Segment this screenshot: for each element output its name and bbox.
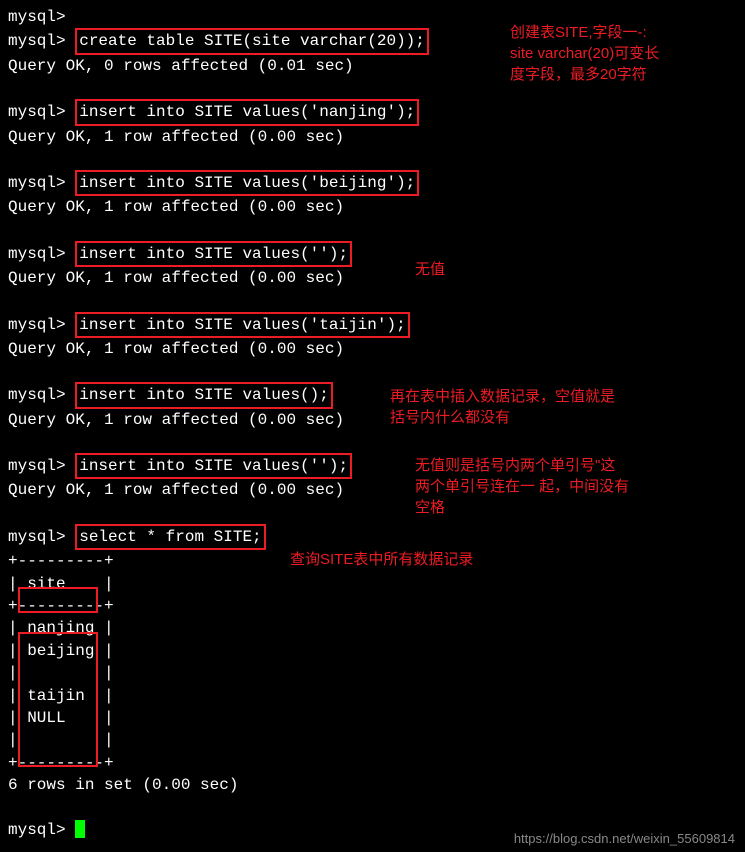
cmd-insert-null: insert into SITE values(); — [75, 382, 333, 408]
prompt: mysql> — [8, 174, 66, 192]
table-row: | beijing | — [8, 640, 737, 662]
table-separator: +---------+ — [8, 595, 737, 617]
cmd-insert-nanjing: insert into SITE values('nanjing'); — [75, 99, 419, 125]
annotation-no-value: 无值 — [415, 259, 445, 280]
annotation-null-value: 再在表中插入数据记录，空值就是 括号内什么都没有 — [390, 386, 740, 428]
cmd-insert-empty: insert into SITE values(''); — [75, 241, 352, 267]
summary-line: 6 rows in set (0.00 sec) — [8, 774, 737, 796]
cmd-line-3[interactable]: mysql> insert into SITE values('beijing'… — [8, 170, 737, 196]
result-line-2: Query OK, 1 row affected (0.00 sec) — [8, 126, 737, 148]
prompt: mysql> — [8, 316, 66, 334]
prompt: mysql> — [8, 8, 66, 26]
result-line-3: Query OK, 1 row affected (0.00 sec) — [8, 196, 737, 218]
result-line-4: Query OK, 1 row affected (0.00 sec) — [8, 267, 737, 289]
annotation-empty-quotes: 无值则是括号内两个单引号"这 两个单引号连在一 起，中间没有 空格 — [415, 455, 745, 518]
table-data-box — [18, 632, 98, 767]
table-row: | NULL | — [8, 707, 737, 729]
cmd-create-table: create table SITE(site varchar(20)); — [75, 28, 429, 54]
prompt: mysql> — [8, 821, 66, 839]
prompt: mysql> — [8, 32, 66, 50]
result-line-5: Query OK, 1 row affected (0.00 sec) — [8, 338, 737, 360]
table-header-box — [18, 587, 98, 613]
cursor-icon — [75, 820, 85, 838]
table-row: | | — [8, 662, 737, 684]
cmd-insert-taijin: insert into SITE values('taijin'); — [75, 312, 409, 338]
table-row: | nanjing | — [8, 617, 737, 639]
annotation-select: 查询SITE表中所有数据记录 — [290, 549, 473, 570]
cmd-select: select * from SITE; — [75, 524, 265, 550]
prompt: mysql> — [8, 386, 66, 404]
annotation-create-table: 创建表SITE,字段一-: site varchar(20)可变长 度字段，最多… — [510, 22, 740, 85]
cmd-line-4[interactable]: mysql> insert into SITE values(''); — [8, 241, 737, 267]
table-row: | taijin | — [8, 685, 737, 707]
cmd-line-8[interactable]: mysql> select * from SITE; — [8, 524, 737, 550]
table-header: | site | — [8, 573, 737, 595]
table-separator: +---------+ — [8, 752, 737, 774]
table-row: | | — [8, 729, 737, 751]
prompt: mysql> — [8, 245, 66, 263]
cmd-line-2[interactable]: mysql> insert into SITE values('nanjing'… — [8, 99, 737, 125]
prompt: mysql> — [8, 103, 66, 121]
prompt: mysql> — [8, 457, 66, 475]
cmd-insert-empty2: insert into SITE values(''); — [75, 453, 352, 479]
cmd-line-5[interactable]: mysql> insert into SITE values('taijin')… — [8, 312, 737, 338]
prompt: mysql> — [8, 528, 66, 546]
cmd-insert-beijing: insert into SITE values('beijing'); — [75, 170, 419, 196]
watermark: https://blog.csdn.net/weixin_55609814 — [514, 830, 735, 848]
